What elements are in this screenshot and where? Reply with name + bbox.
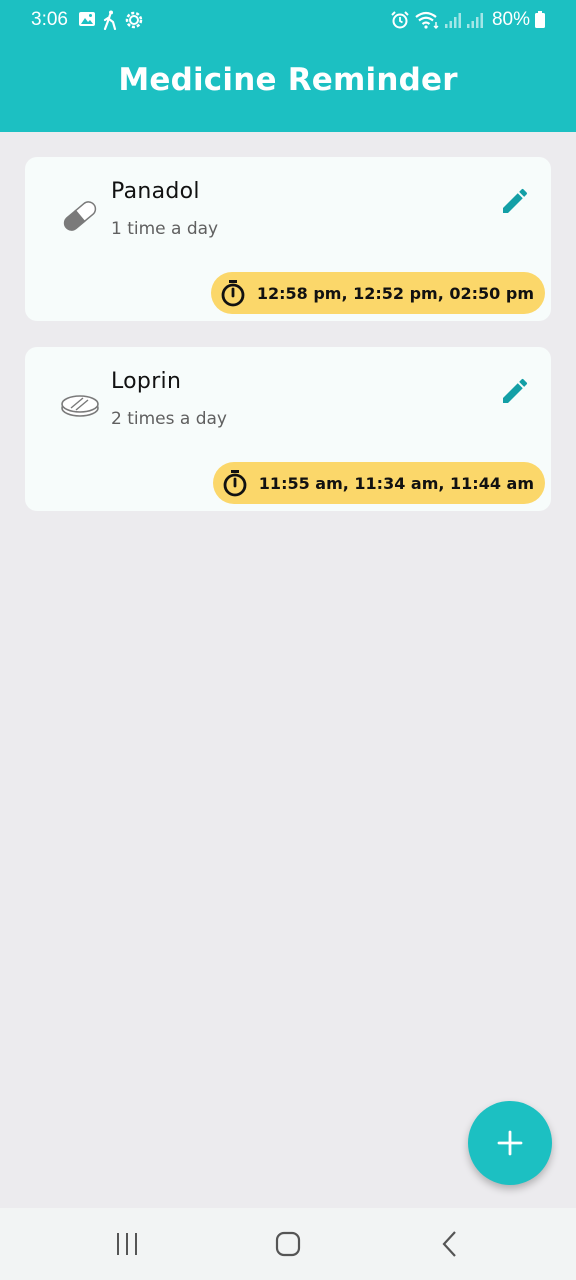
home-icon[interactable] bbox=[268, 1228, 308, 1260]
signal-icon bbox=[444, 13, 461, 28]
recent-apps-icon[interactable] bbox=[107, 1228, 147, 1260]
battery-icon bbox=[535, 11, 545, 28]
edit-icon[interactable] bbox=[499, 375, 531, 407]
timer-icon bbox=[223, 470, 247, 497]
alarm-icon bbox=[391, 11, 409, 29]
medicine-frequency: 2 times a day bbox=[111, 409, 227, 429]
app-header: 3:06 80% Medicine Reminder bbox=[0, 0, 576, 132]
reminder-times: 11:55 am, 11:34 am, 11:44 am bbox=[258, 473, 534, 493]
medicine-frequency: 1 time a day bbox=[111, 219, 219, 239]
medicine-card[interactable]: Panadol 1 time a day 12:58 pm, 12:52 pm,… bbox=[25, 157, 551, 321]
battery-level: 80% bbox=[491, 9, 530, 30]
wifi-icon bbox=[415, 11, 439, 29]
medicine-name: Panadol bbox=[111, 179, 200, 204]
reminder-times: 12:58 pm, 12:52 pm, 02:50 pm bbox=[256, 283, 534, 303]
page-title: Medicine Reminder bbox=[118, 62, 458, 98]
image-icon bbox=[79, 12, 95, 26]
status-left-icons bbox=[78, 10, 144, 30]
tablet-icon bbox=[61, 395, 99, 417]
edit-icon[interactable] bbox=[499, 185, 531, 217]
timer-icon bbox=[221, 280, 245, 307]
plus-icon bbox=[497, 1130, 523, 1156]
signal-icon-2 bbox=[466, 13, 483, 28]
capsule-icon bbox=[63, 201, 97, 231]
back-icon[interactable] bbox=[430, 1228, 470, 1260]
medicine-name: Loprin bbox=[111, 369, 182, 394]
gear-icon bbox=[125, 11, 143, 29]
status-bar: 3:06 80% bbox=[0, 0, 576, 44]
add-medicine-button[interactable] bbox=[468, 1101, 552, 1185]
walking-icon bbox=[103, 10, 117, 30]
status-time: 3:06 bbox=[31, 9, 68, 30]
medicine-card[interactable]: Loprin 2 times a day 11:55 am, 11:34 am,… bbox=[25, 347, 551, 511]
status-right-icons: 80% bbox=[390, 9, 546, 31]
reminder-times-badge: 11:55 am, 11:34 am, 11:44 am bbox=[212, 462, 545, 504]
system-navigation-bar bbox=[0, 1208, 576, 1280]
reminder-times-badge: 12:58 pm, 12:52 pm, 02:50 pm bbox=[210, 272, 545, 314]
